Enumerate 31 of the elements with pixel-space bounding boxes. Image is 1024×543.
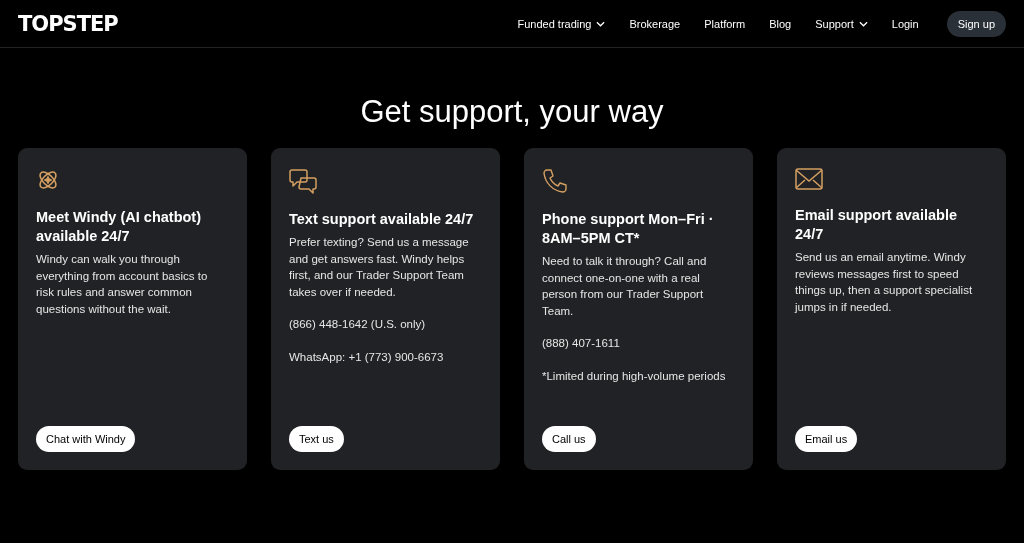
- card-button[interactable]: Text us: [289, 426, 344, 452]
- card-title: Meet Windy (AI chatbot) available 24/7: [36, 208, 202, 246]
- nav-link[interactable]: Funded trading: [517, 17, 606, 30]
- card-title: Text support available 24/7: [289, 210, 474, 229]
- card-button[interactable]: Chat with Windy: [36, 426, 136, 452]
- card-text: Need to talk it through? Call and connect one-on-one with a real person from our Trader Support Team.: [542, 254, 708, 319]
- card-text: (888) 407-1611: [542, 336, 621, 351]
- card-text: Windy can walk you through everything from account basics to risk rules and answer common questions without the wait.: [36, 252, 209, 317]
- nav-link[interactable]: Blog: [769, 17, 792, 30]
- nav-link[interactable]: Login: [891, 17, 919, 30]
- envelope-icon: [795, 168, 823, 190]
- card-button[interactable]: Email us: [795, 426, 858, 452]
- phone-icon: [542, 168, 568, 194]
- card-text: Send us an email anytime. Windy reviews messages first to speed things up, then a support specialist jumps in if needed.: [795, 250, 974, 315]
- chevron-icon: [858, 20, 868, 27]
- page-heading: Get support, your way: [359, 93, 665, 131]
- logo[interactable]: TOPSTEP: [18, 11, 118, 36]
- chat-bubbles-icon: [289, 168, 317, 194]
- card-text: *Limited during high-volume periods: [542, 368, 727, 384]
- card-button[interactable]: Call us: [542, 426, 596, 452]
- nav-link[interactable]: Support: [815, 17, 868, 30]
- nav-link[interactable]: Brokerage: [629, 17, 681, 30]
- card-title: Phone support Mon–Fri · 8AM–5PM CT*: [542, 210, 715, 248]
- card-text: WhatsApp: +1 (773) 900-6673: [289, 349, 445, 365]
- sign-up-button[interactable]: Sign up: [946, 10, 1006, 37]
- card-text: Prefer texting? Send us a message and get answers fast. Windy helps first, and our Trader Support Team takes over if needed.: [289, 235, 470, 300]
- sparkle-icon: [36, 168, 60, 192]
- chevron-icon: [596, 20, 606, 27]
- card-text: (866) 448-1642 (U.S. only): [289, 317, 427, 332]
- nav-link[interactable]: Platform: [704, 17, 746, 30]
- card-title: Email support available 24/7: [795, 206, 958, 244]
